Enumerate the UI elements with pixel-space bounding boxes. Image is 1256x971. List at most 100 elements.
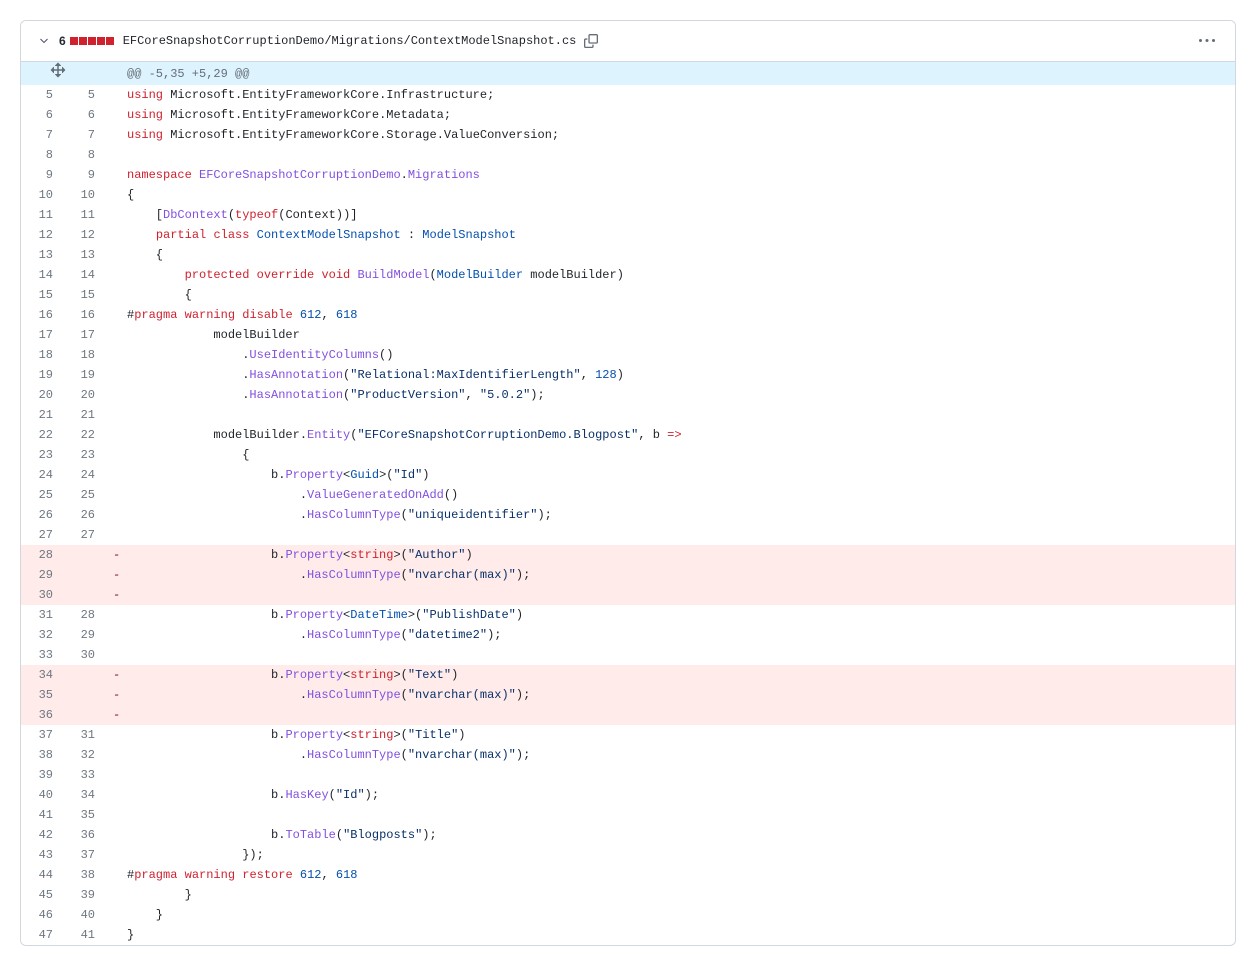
old-line-number[interactable]: 32: [21, 625, 63, 645]
old-line-number[interactable]: 16: [21, 305, 63, 325]
new-line-number[interactable]: 19: [63, 365, 105, 385]
old-line-number[interactable]: 26: [21, 505, 63, 525]
code-cell: namespace EFCoreSnapshotCorruptionDemo.M…: [105, 165, 1235, 185]
old-line-number[interactable]: 30: [21, 585, 63, 605]
new-line-number[interactable]: 23: [63, 445, 105, 465]
new-line-number[interactable]: 35: [63, 805, 105, 825]
old-line-number[interactable]: 13: [21, 245, 63, 265]
new-line-number[interactable]: 8: [63, 145, 105, 165]
new-line-number[interactable]: 6: [63, 105, 105, 125]
kebab-menu-icon[interactable]: [1195, 29, 1219, 53]
old-line-number[interactable]: 19: [21, 365, 63, 385]
old-line-number[interactable]: 33: [21, 645, 63, 665]
new-line-number[interactable]: 26: [63, 505, 105, 525]
old-line-number[interactable]: 34: [21, 665, 63, 685]
old-line-number[interactable]: 5: [21, 85, 63, 105]
new-line-number[interactable]: 17: [63, 325, 105, 345]
old-line-number[interactable]: 31: [21, 605, 63, 625]
old-line-number[interactable]: 37: [21, 725, 63, 745]
new-line-number[interactable]: 28: [63, 605, 105, 625]
old-line-number[interactable]: 45: [21, 885, 63, 905]
new-line-number[interactable]: 38: [63, 865, 105, 885]
diff-marker: [113, 105, 120, 125]
new-line-number[interactable]: 39: [63, 885, 105, 905]
old-line-number[interactable]: 28: [21, 545, 63, 565]
expand-hunk-button[interactable]: [21, 62, 105, 85]
old-line-number[interactable]: 7: [21, 125, 63, 145]
new-line-number[interactable]: 21: [63, 405, 105, 425]
new-line-number[interactable]: 37: [63, 845, 105, 865]
old-line-number[interactable]: 12: [21, 225, 63, 245]
old-line-number[interactable]: 27: [21, 525, 63, 545]
new-line-number[interactable]: 41: [63, 925, 105, 945]
new-line-number[interactable]: 16: [63, 305, 105, 325]
old-line-number[interactable]: 41: [21, 805, 63, 825]
old-line-number[interactable]: 24: [21, 465, 63, 485]
chevron-down-icon[interactable]: [37, 34, 51, 48]
diff-marker: [113, 465, 120, 485]
old-line-number[interactable]: 21: [21, 405, 63, 425]
new-line-number[interactable]: 24: [63, 465, 105, 485]
old-line-number[interactable]: 6: [21, 105, 63, 125]
new-line-number[interactable]: 30: [63, 645, 105, 665]
new-line-number[interactable]: 20: [63, 385, 105, 405]
old-line-number[interactable]: 39: [21, 765, 63, 785]
new-line-number[interactable]: 9: [63, 165, 105, 185]
old-line-number[interactable]: 18: [21, 345, 63, 365]
new-line-number[interactable]: 5: [63, 85, 105, 105]
old-line-number[interactable]: 25: [21, 485, 63, 505]
new-line-number[interactable]: [63, 665, 105, 685]
new-line-number[interactable]: 25: [63, 485, 105, 505]
diff-marker: [113, 825, 120, 845]
old-line-number[interactable]: 38: [21, 745, 63, 765]
new-line-number[interactable]: 7: [63, 125, 105, 145]
file-path[interactable]: EFCoreSnapshotCorruptionDemo/Migrations/…: [123, 34, 577, 48]
old-line-number[interactable]: 43: [21, 845, 63, 865]
new-line-number[interactable]: [63, 545, 105, 565]
diff-marker: [113, 405, 120, 425]
old-line-number[interactable]: 9: [21, 165, 63, 185]
code-cell: [105, 145, 1235, 165]
new-line-number[interactable]: 29: [63, 625, 105, 645]
new-line-number[interactable]: 14: [63, 265, 105, 285]
old-line-number[interactable]: 11: [21, 205, 63, 225]
old-line-number[interactable]: 42: [21, 825, 63, 845]
old-line-number[interactable]: 8: [21, 145, 63, 165]
new-line-number[interactable]: 10: [63, 185, 105, 205]
old-line-number[interactable]: 29: [21, 565, 63, 585]
old-line-number[interactable]: 22: [21, 425, 63, 445]
new-line-number[interactable]: 33: [63, 765, 105, 785]
new-line-number[interactable]: 36: [63, 825, 105, 845]
old-line-number[interactable]: 46: [21, 905, 63, 925]
copy-icon[interactable]: [584, 34, 598, 48]
new-line-number[interactable]: [63, 705, 105, 725]
old-line-number[interactable]: 14: [21, 265, 63, 285]
old-line-number[interactable]: 10: [21, 185, 63, 205]
diff-line: 2323 {: [21, 445, 1235, 465]
old-line-number[interactable]: 36: [21, 705, 63, 725]
new-line-number[interactable]: 12: [63, 225, 105, 245]
code-cell: [105, 525, 1235, 545]
new-line-number[interactable]: 34: [63, 785, 105, 805]
new-line-number[interactable]: 11: [63, 205, 105, 225]
new-line-number[interactable]: 18: [63, 345, 105, 365]
old-line-number[interactable]: 44: [21, 865, 63, 885]
old-line-number[interactable]: 47: [21, 925, 63, 945]
new-line-number[interactable]: 22: [63, 425, 105, 445]
diff-marker: [113, 205, 120, 225]
old-line-number[interactable]: 40: [21, 785, 63, 805]
old-line-number[interactable]: 35: [21, 685, 63, 705]
new-line-number[interactable]: 27: [63, 525, 105, 545]
new-line-number[interactable]: 31: [63, 725, 105, 745]
new-line-number[interactable]: [63, 585, 105, 605]
new-line-number[interactable]: 32: [63, 745, 105, 765]
new-line-number[interactable]: 40: [63, 905, 105, 925]
new-line-number[interactable]: 13: [63, 245, 105, 265]
new-line-number[interactable]: [63, 685, 105, 705]
old-line-number[interactable]: 17: [21, 325, 63, 345]
old-line-number[interactable]: 15: [21, 285, 63, 305]
old-line-number[interactable]: 20: [21, 385, 63, 405]
old-line-number[interactable]: 23: [21, 445, 63, 465]
new-line-number[interactable]: [63, 565, 105, 585]
new-line-number[interactable]: 15: [63, 285, 105, 305]
